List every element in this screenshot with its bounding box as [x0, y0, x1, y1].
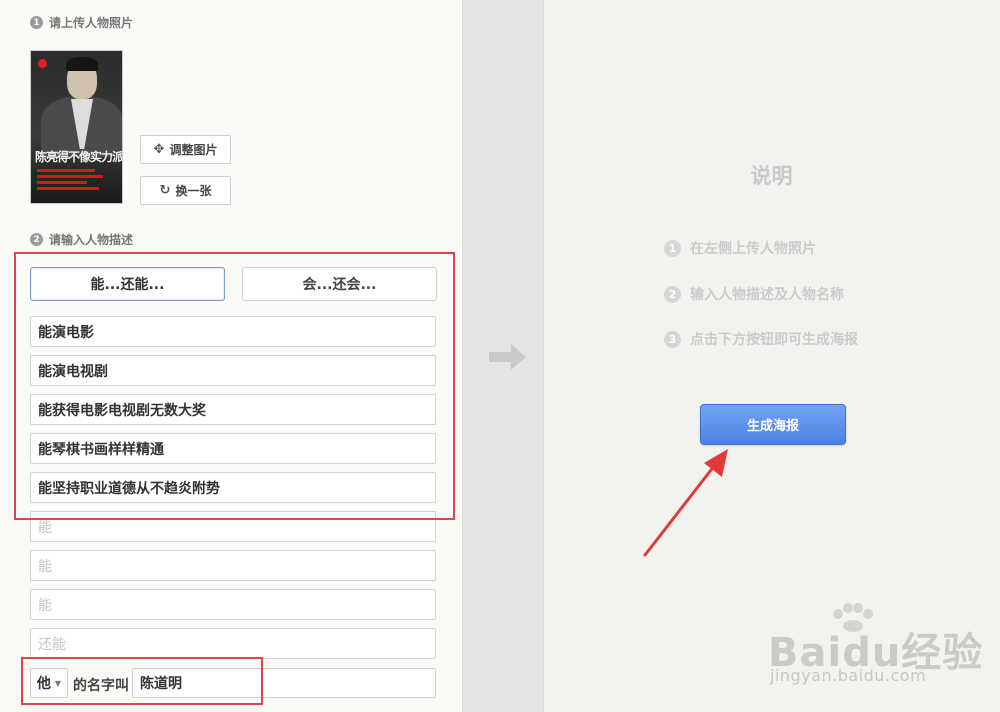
description-input-9[interactable]: 还能	[30, 628, 436, 659]
red-dot-icon	[38, 59, 47, 68]
instruction-number: 1	[664, 239, 681, 257]
pronoun-select[interactable]: 他 ▼	[30, 668, 68, 698]
pronoun-value: 他	[36, 676, 51, 692]
description-input-2[interactable]: 能演电视剧	[30, 355, 436, 386]
instruction-number: 3	[664, 330, 681, 348]
generate-poster-button[interactable]: 生成海报	[700, 404, 846, 445]
photo-stripe	[37, 169, 95, 172]
photo-stripe	[37, 187, 99, 190]
step2-heading: 2 请输入人物描述	[30, 231, 133, 248]
instruction-item-1: 1 在左侧上传人物照片	[664, 238, 816, 258]
instruction-text: 点击下方按钮即可生成海报	[690, 332, 858, 348]
refresh-icon: ↻	[159, 183, 171, 198]
name-input[interactable]: 陈道明	[132, 668, 436, 698]
description-input-4[interactable]: 能琴棋书画样样精通	[30, 433, 436, 464]
photo-stripe	[37, 181, 87, 184]
annotation-arrow-icon	[643, 449, 728, 557]
adjust-image-button[interactable]: ✥ 调整图片	[140, 135, 231, 164]
arrow-right-icon	[489, 344, 526, 370]
name-label: 的名字叫	[73, 678, 129, 694]
chevron-down-icon: ▼	[54, 678, 62, 688]
instruction-text: 输入人物描述及人物名称	[690, 287, 844, 303]
step2-number: 2	[30, 233, 43, 246]
description-input-8[interactable]: 能	[30, 589, 436, 620]
description-input-5[interactable]: 能坚持职业道德从不趋炎附势	[30, 472, 436, 503]
step2-label: 请输入人物描述	[49, 233, 134, 247]
adjust-image-label: 调整图片	[169, 143, 218, 157]
instruction-number: 2	[664, 285, 681, 303]
replace-image-label: 换一张	[175, 184, 212, 198]
step1-number: 1	[30, 16, 43, 29]
photo-hair	[66, 57, 98, 71]
instructions-title: 说明	[750, 164, 793, 188]
description-input-3[interactable]: 能获得电影电视剧无数大奖	[30, 394, 436, 425]
step1-heading: 1 请上传人物照片	[30, 14, 133, 31]
baidu-watermark: Baidu经验 jingyan.baidu.com	[768, 603, 993, 706]
mode-button-neng[interactable]: 能...还能...	[30, 267, 225, 301]
description-input-1[interactable]: 能演电影	[30, 316, 436, 347]
instruction-text: 在左侧上传人物照片	[690, 241, 816, 257]
watermark-url: jingyan.baidu.com	[770, 666, 927, 685]
replace-image-button[interactable]: ↻ 换一张	[140, 176, 231, 205]
instruction-item-3: 3 点击下方按钮即可生成海报	[664, 329, 858, 349]
photo-stripe	[37, 175, 103, 178]
mode-button-hui[interactable]: 会...还会...	[242, 267, 437, 301]
photo-poster-text: 陈亮得不像实力派	[35, 150, 123, 164]
move-icon: ✥	[153, 142, 165, 157]
person-photo[interactable]: 陈亮得不像实力派	[30, 50, 123, 204]
step1-label: 请上传人物照片	[49, 16, 134, 30]
description-input-7[interactable]: 能	[30, 550, 436, 581]
description-input-6[interactable]: 能	[30, 511, 436, 542]
instruction-item-2: 2 输入人物描述及人物名称	[664, 284, 844, 304]
